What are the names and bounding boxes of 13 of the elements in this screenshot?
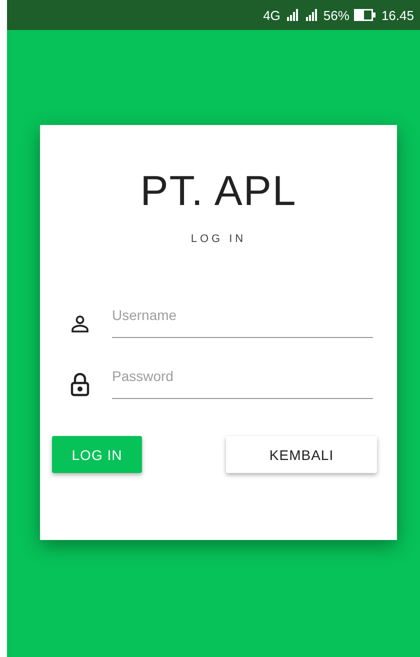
clock: 16.45 [381,8,414,22]
signal-icon [285,9,300,21]
network-type: 4G [263,8,280,22]
back-button[interactable]: KEMBALI [226,436,377,473]
battery-icon [354,9,376,21]
signal-icon [304,9,318,21]
app-title: PT. APL [140,167,297,215]
login-subtitle: LOG IN [190,233,246,245]
lock-icon [70,373,90,397]
username-field[interactable]: Username [112,307,373,338]
battery-percent: 56% [323,8,350,22]
user-icon [70,314,90,334]
password-field[interactable]: Password [112,368,373,399]
